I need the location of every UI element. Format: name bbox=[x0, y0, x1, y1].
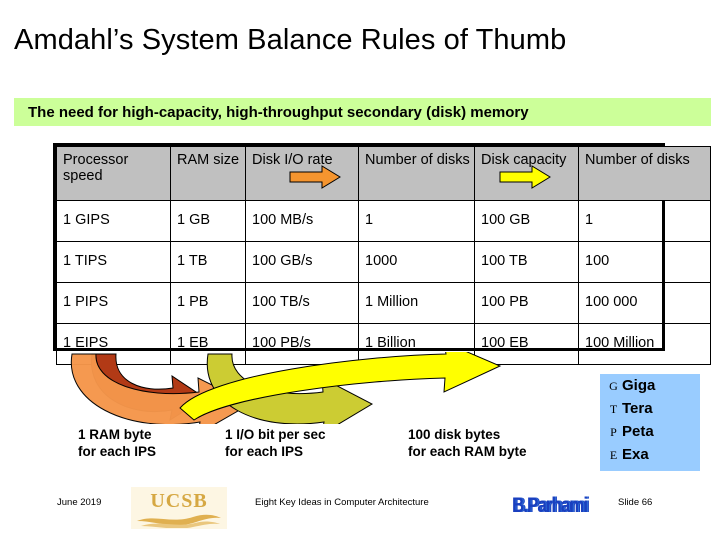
caption-disk-line2: for each RAM byte bbox=[408, 443, 527, 459]
column-header-ram-size: RAM size bbox=[170, 146, 246, 201]
slide-canvas: Amdahl’s System Balance Rules of Thumb T… bbox=[0, 0, 720, 540]
author-logo: B.Parhami bbox=[512, 489, 600, 521]
table-row: 1 GIPS 1 GB 100 MB/s 1 100 GB 1 bbox=[56, 200, 711, 242]
cell-number-of-disks-1: 1 Million bbox=[358, 282, 475, 324]
cell-disk-capacity: 100 GB bbox=[474, 200, 579, 242]
legend-item-giga: G Giga bbox=[600, 377, 700, 400]
footer-slide-number: Slide 66 bbox=[618, 497, 653, 508]
column-header-number-of-disks-1: Number of disks bbox=[358, 146, 475, 201]
footer-center-text: Eight Key Ideas in Computer Architecture bbox=[255, 497, 429, 508]
cell-ram-size: 1 GB bbox=[170, 200, 246, 242]
cell-number-of-disks-2: 100 000 bbox=[578, 282, 711, 324]
cell-disk-io-rate: 100 MB/s bbox=[245, 200, 359, 242]
caption-ram-line2: for each IPS bbox=[78, 443, 157, 459]
caption-ram-byte: 1 RAM byte for each IPS bbox=[78, 427, 156, 461]
ucsb-wave-icon bbox=[137, 514, 221, 528]
cell-disk-io-rate: 100 TB/s bbox=[245, 282, 359, 324]
column-header-number-of-disks-2: Number of disks bbox=[578, 146, 711, 201]
caption-io-line2: for each IPS bbox=[225, 443, 304, 459]
author-logo-text: B.Parhami bbox=[512, 493, 588, 517]
spec-table: Processor speed RAM size Disk I/O rate N… bbox=[56, 146, 711, 365]
caption-io-line1: 1 I/O bit per sec bbox=[225, 427, 326, 442]
cell-ram-size: 1 PB bbox=[170, 282, 246, 324]
legend-word-tera: Tera bbox=[622, 400, 653, 417]
legend-symbol-peta: P bbox=[610, 425, 617, 439]
subtitle-banner: The need for high-capacity, high-through… bbox=[14, 98, 711, 126]
column-header-processor-speed: Processor speed bbox=[56, 146, 171, 201]
legend-item-peta: P Peta bbox=[600, 423, 700, 446]
cell-disk-capacity: 100 TB bbox=[474, 241, 579, 283]
legend-word-giga: Giga bbox=[622, 377, 656, 394]
ucsb-logo-text: UCSB bbox=[150, 490, 208, 512]
legend-symbol-tera: T bbox=[609, 402, 618, 416]
cell-disk-io-rate: 100 GB/s bbox=[245, 241, 359, 283]
slide-footer: June 2019 UCSB Eight Key Ideas in Comput… bbox=[0, 487, 720, 537]
cell-number-of-disks-1: 1 bbox=[358, 200, 475, 242]
legend-word-exa: Exa bbox=[622, 446, 649, 463]
legend-symbol-giga: G bbox=[609, 379, 618, 393]
legend-word-peta: Peta bbox=[622, 423, 654, 440]
table-row: 1 PIPS 1 PB 100 TB/s 1 Million 100 PB 10… bbox=[56, 282, 711, 324]
cell-ram-size: 1 TB bbox=[170, 241, 246, 283]
cell-number-of-disks-2: 100 bbox=[578, 241, 711, 283]
legend-symbol-exa: E bbox=[609, 448, 618, 462]
legend-item-exa: E Exa bbox=[600, 446, 700, 469]
column-header-disk-io-rate: Disk I/O rate bbox=[245, 146, 359, 201]
prefix-legend: G Giga T Tera P Peta E Exa bbox=[600, 374, 700, 471]
legend-item-tera: T Tera bbox=[600, 400, 700, 423]
table-row: 1 TIPS 1 TB 100 GB/s 1000 100 TB 100 bbox=[56, 241, 711, 283]
caption-io-bit: 1 I/O bit per sec for each IPS bbox=[225, 427, 326, 461]
spec-table-body: 1 GIPS 1 GB 100 MB/s 1 100 GB 1 1 TIPS 1… bbox=[56, 200, 711, 365]
cell-processor-speed: 1 GIPS bbox=[56, 200, 171, 242]
cell-processor-speed: 1 PIPS bbox=[56, 282, 171, 324]
curved-arrows-group bbox=[70, 352, 502, 424]
column-header-disk-capacity: Disk capacity bbox=[474, 146, 579, 201]
spec-table-container: Processor speed RAM size Disk I/O rate N… bbox=[53, 143, 711, 365]
subtitle-banner-text: The need for high-capacity, high-through… bbox=[28, 103, 529, 121]
cell-number-of-disks-1: 1000 bbox=[358, 241, 475, 283]
caption-ram-line1: 1 RAM byte bbox=[78, 427, 152, 442]
caption-disk-line1: 100 disk bytes bbox=[408, 427, 501, 442]
ucsb-logo: UCSB bbox=[131, 487, 227, 529]
cell-processor-speed: 1 TIPS bbox=[56, 241, 171, 283]
caption-disk-bytes: 100 disk bytes for each RAM byte bbox=[408, 427, 527, 461]
footer-date: June 2019 bbox=[57, 497, 102, 508]
cell-disk-capacity: 100 PB bbox=[474, 282, 579, 324]
cell-number-of-disks-2: 1 bbox=[578, 200, 711, 242]
table-header-row: Processor speed RAM size Disk I/O rate N… bbox=[56, 146, 711, 201]
page-title: Amdahl’s System Balance Rules of Thumb bbox=[14, 24, 567, 56]
spec-table-head: Processor speed RAM size Disk I/O rate N… bbox=[56, 146, 711, 201]
